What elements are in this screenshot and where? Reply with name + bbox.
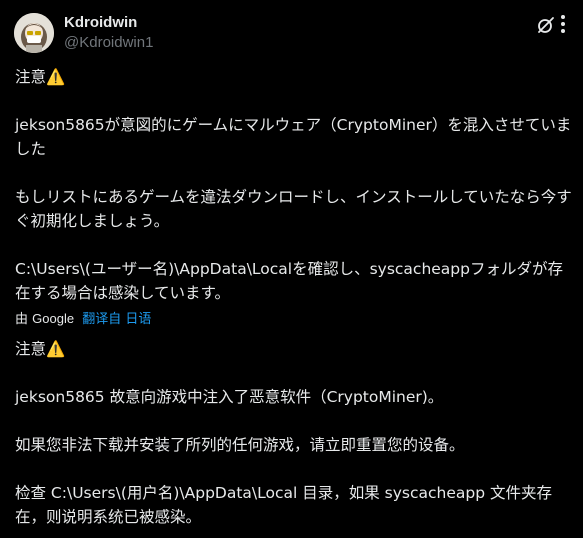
post-text-translated: 注意⚠️ jekson5865 故意向游戏中注入了恶意软件（CryptoMine… <box>15 340 553 526</box>
author-display-name[interactable]: Kdroidwin <box>64 13 137 33</box>
translation-provider: Google <box>32 311 75 326</box>
post: Kdroidwin @Kdroidwin1 注意⚠️ jekson5865が意図… <box>0 0 583 538</box>
translated-from-link[interactable]: 翻译自 日语 <box>82 312 151 327</box>
avatar-illustration <box>14 13 54 53</box>
author-handle[interactable]: @Kdroidwin1 <box>64 33 153 53</box>
avatar[interactable] <box>14 13 54 53</box>
post-text-original: 注意⚠️ jekson5865が意図的にゲームにマルウェア（CryptoMine… <box>15 68 572 302</box>
more-dots-icon[interactable] <box>552 13 574 35</box>
translation-attribution: 由 Google 翻译自 日语 <box>15 310 151 329</box>
translation-by-label: 由 <box>15 312 29 327</box>
